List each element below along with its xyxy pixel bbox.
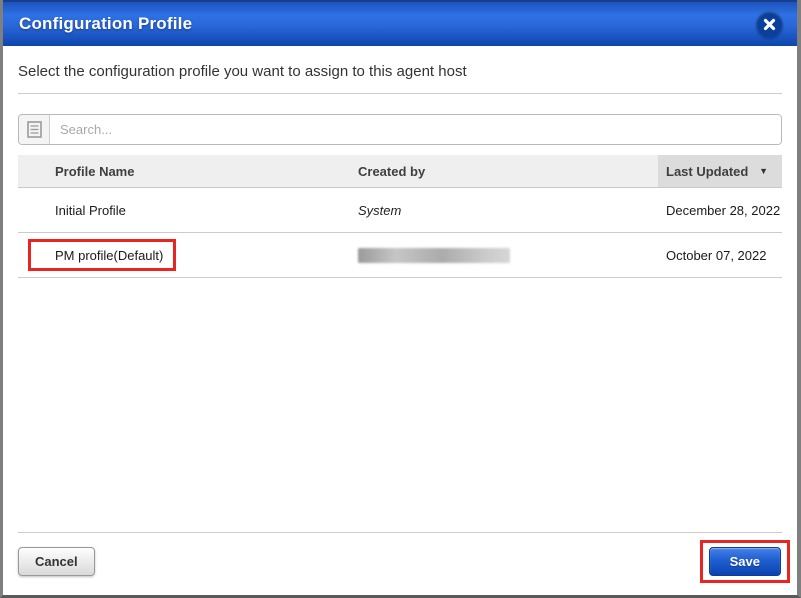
- search-box: [18, 114, 782, 145]
- column-header-created-by[interactable]: Created by: [358, 164, 658, 179]
- search-input[interactable]: [50, 115, 781, 144]
- red-annotation-box-save: Save: [699, 539, 790, 583]
- table-row-pm-profile[interactable]: PM profile(Default) October 07, 2022: [18, 233, 782, 278]
- dialog-subtitle: Select the configuration profile you wan…: [18, 63, 467, 80]
- column-header-last-updated-label: Last Updated: [666, 163, 749, 179]
- dialog-header: Configuration Profile: [3, 0, 797, 46]
- empty-space: [18, 278, 782, 532]
- last-updated-cell: October 07, 2022: [666, 247, 767, 263]
- search-addon: [19, 115, 50, 144]
- list-document-icon: [26, 121, 42, 138]
- close-button[interactable]: [756, 10, 783, 38]
- save-button[interactable]: Save: [708, 546, 781, 576]
- last-updated-cell: December 28, 2022: [666, 202, 781, 218]
- dialog-title: Configuration Profile: [19, 14, 193, 33]
- column-header-profile-name[interactable]: Profile Name: [18, 164, 358, 179]
- created-by-cell: System: [358, 202, 402, 218]
- close-icon: [763, 18, 776, 30]
- profile-table: Profile Name Created by Last Updated ▼ I…: [18, 155, 782, 278]
- column-header-last-updated[interactable]: Last Updated ▼: [658, 155, 782, 187]
- subtitle-divider: [18, 93, 782, 94]
- created-by-cell: [358, 247, 658, 263]
- configuration-profile-dialog: Configuration Profile Select the configu…: [0, 0, 801, 598]
- redacted-created-by: [358, 247, 510, 263]
- table-header-row: Profile Name Created by Last Updated ▼: [18, 155, 782, 188]
- dialog-body: Select the configuration profile you wan…: [3, 46, 797, 595]
- sort-desc-icon[interactable]: ▼: [759, 166, 768, 176]
- dialog-footer: Cancel Save: [18, 533, 790, 595]
- table-row-initial-profile[interactable]: Initial Profile System December 28, 2022: [18, 188, 782, 233]
- cancel-button[interactable]: Cancel: [18, 546, 95, 576]
- profile-name-cell: PM profile(Default): [55, 247, 164, 263]
- profile-name-cell: Initial Profile: [55, 202, 126, 218]
